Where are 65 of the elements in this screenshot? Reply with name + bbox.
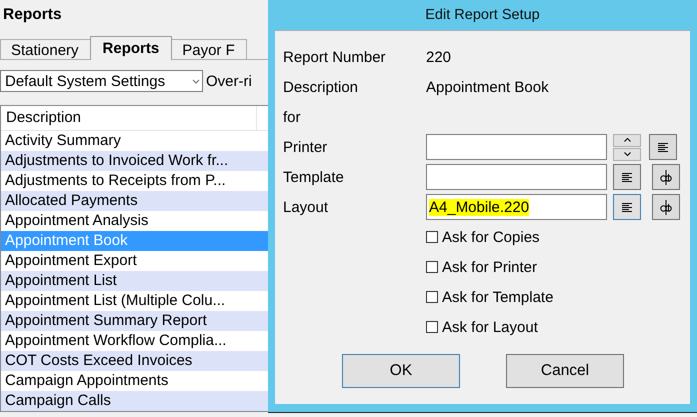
report-row[interactable]: Adjustments to Invoiced Work fr... <box>1 151 268 171</box>
checkbox-label[interactable]: Ask for Printer <box>442 258 538 276</box>
spin-up-button[interactable] <box>613 134 641 146</box>
align-button[interactable] <box>613 164 641 190</box>
checkbox[interactable] <box>426 321 438 333</box>
tab[interactable]: Reports <box>90 36 172 60</box>
field-label: Printer <box>283 138 328 156</box>
field-value: Appointment Book <box>426 78 549 96</box>
align-left-icon <box>622 172 632 182</box>
dialog-title: Edit Report Setup <box>425 6 540 25</box>
field-label: Layout <box>283 198 330 216</box>
tab[interactable]: Payor F <box>171 39 247 59</box>
align-button[interactable] <box>613 194 641 220</box>
report-row[interactable]: Appointment Summary Report <box>1 311 268 331</box>
field-label: Report Number <box>283 48 387 66</box>
table-cell-text: Appointment Analysis <box>4 211 150 231</box>
report-row[interactable]: COT Costs Exceed Invoices <box>1 351 268 371</box>
checkbox[interactable] <box>426 261 438 273</box>
table-cell-text: Appointment Book <box>4 231 129 251</box>
text-cursor-icon <box>660 170 672 184</box>
table-cell-text: Allocated Payments <box>4 191 139 211</box>
table-cell-text: Appointment List <box>4 271 118 291</box>
cursor-button[interactable] <box>652 194 680 220</box>
checkbox-label[interactable]: Ask for Layout <box>442 318 538 336</box>
table-cell-text: Adjustments to Receipts from P... <box>4 171 227 191</box>
field-label: Template <box>283 168 345 186</box>
checkbox[interactable] <box>426 291 438 303</box>
checkbox-label[interactable]: Ask for Copies <box>442 228 540 246</box>
table-cell-text: Appointment Export <box>4 251 138 271</box>
chevron-up-icon <box>624 138 630 142</box>
override-label: Over-ri <box>206 72 252 90</box>
field-value: 220 <box>426 48 452 66</box>
cursor-button[interactable] <box>652 164 680 190</box>
report-row[interactable]: Appointment List <box>1 271 268 291</box>
settings-dropdown[interactable]: Default System Settings <box>0 70 203 92</box>
input-field[interactable] <box>426 134 607 160</box>
report-row[interactable]: Allocated Payments <box>1 191 268 211</box>
spin-down-button[interactable] <box>613 148 641 160</box>
cancel-button[interactable]: Cancel <box>506 354 624 388</box>
table-cell-text: Appointment List (Multiple Colu... <box>4 291 226 311</box>
field-label: for <box>283 108 302 126</box>
chevron-down-icon <box>624 152 630 156</box>
checkbox-label[interactable]: Ask for Template <box>442 288 554 306</box>
table-cell-text: Activity Summary <box>4 131 122 151</box>
field-label: Description <box>283 78 360 96</box>
field-value: A4_Mobile.220 <box>429 198 530 216</box>
tab[interactable]: Stationery <box>0 39 91 59</box>
align-left-icon <box>658 142 668 152</box>
window-title: Reports <box>2 5 62 25</box>
column-header[interactable]: Description <box>1 106 257 130</box>
ok-button[interactable]: OK <box>342 354 460 388</box>
report-row[interactable]: Campaign Calls <box>1 391 268 411</box>
input-field[interactable] <box>426 164 607 190</box>
align-left-icon <box>622 202 632 212</box>
checkbox[interactable] <box>426 231 438 243</box>
input-field[interactable]: A4_Mobile.220 <box>426 194 607 220</box>
text-cursor-icon <box>660 200 672 214</box>
chevron-down-icon <box>192 78 200 84</box>
table-cell-text: Adjustments to Invoiced Work fr... <box>4 151 230 171</box>
table-cell-text: Appointment Summary Report <box>4 311 208 331</box>
table-cell-text: COT Costs Exceed Invoices <box>4 351 194 371</box>
align-button[interactable] <box>649 134 677 160</box>
table-cell-text: Campaign Calls <box>4 391 112 411</box>
table-cell-text: Campaign Appointments <box>4 371 170 391</box>
table-cell-text: Appointment Workflow Complia... <box>4 331 228 351</box>
